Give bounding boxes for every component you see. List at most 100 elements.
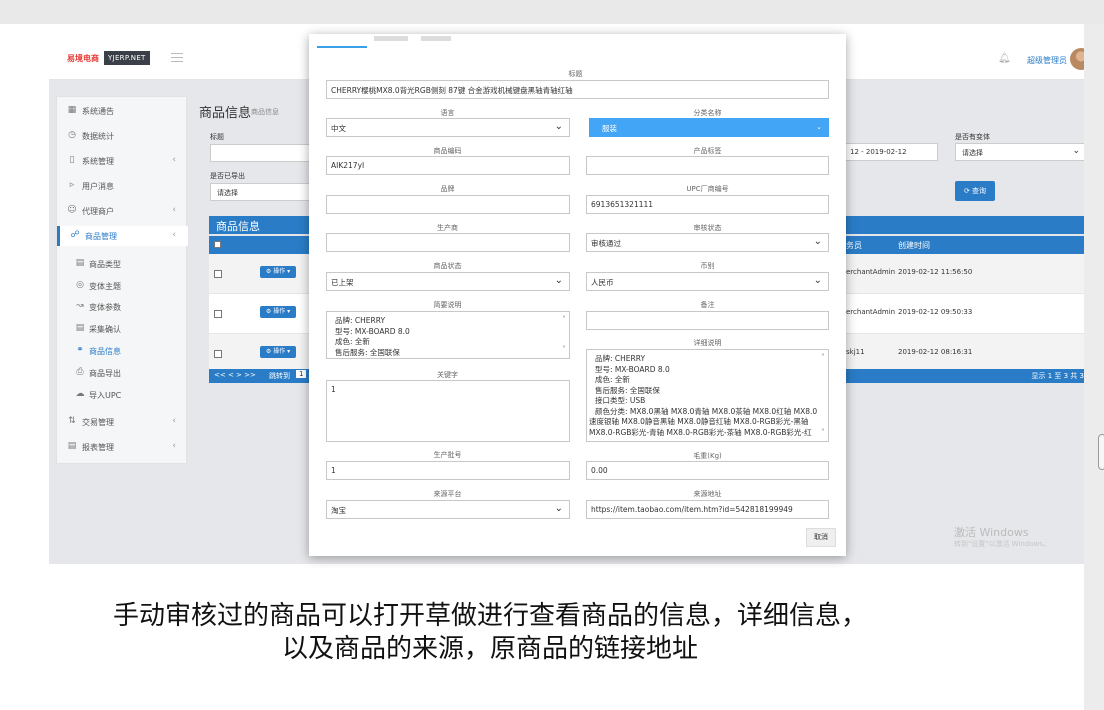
detail-line: MX8.0-RGB彩光-青轴 MX8.0-RGB彩光-茶轴 MX8.0-RGB彩…: [589, 427, 812, 437]
caption-line-2: 以及商品的来源，原商品的链接地址: [281, 634, 698, 664]
sidebar-item-stats[interactable]: ◷ 数据统计: [57, 126, 188, 146]
brief-textarea[interactable]: 品牌: CHERRY 型号: MX-BOARD 8.0 成色: 全新 售后服务:…: [326, 311, 570, 359]
brand-field[interactable]: [326, 195, 570, 214]
platform-value: 淘宝: [331, 506, 346, 515]
sidebar-sub-variant-param[interactable]: ↝ 变体参数: [57, 297, 188, 317]
pager-summary: 显示 1 至 3 共 3: [1031, 372, 1085, 380]
sidebar-item-notice[interactable]: ▦ 系统通告: [57, 101, 188, 121]
sidebar-item-messages[interactable]: ▹ 用户消息: [57, 176, 188, 196]
select-all-checkbox[interactable]: [214, 241, 221, 248]
menu-toggle-icon[interactable]: [171, 53, 183, 62]
remark-field[interactable]: [586, 311, 829, 330]
cloud-icon: ☁: [75, 389, 85, 399]
sidebar-sub-variant-theme[interactable]: ◎ 变体主题: [57, 276, 188, 296]
upc-field[interactable]: 6913651321111: [586, 195, 829, 214]
filter-date-range[interactable]: 12 - 2019-02-12: [843, 143, 938, 161]
sidebar-item-reports[interactable]: ▤ 报表管理 ‹: [57, 437, 188, 457]
scroll-handle[interactable]: [1098, 434, 1104, 470]
row-checkbox[interactable]: [214, 310, 222, 318]
status-value: 已上架: [331, 278, 354, 287]
maker-label: 生产商: [437, 224, 458, 232]
row-action-button[interactable]: ⚙ 操作 ▾: [260, 306, 296, 318]
admin-name[interactable]: 超级管理员: [1027, 55, 1067, 66]
avatar[interactable]: [1070, 48, 1084, 70]
weight-field[interactable]: 0.00: [586, 461, 829, 480]
sidebar-item-label: 采集确认: [89, 325, 121, 334]
bar-chart-icon: ▤: [67, 441, 77, 451]
platform-select[interactable]: 淘宝 ⌄: [326, 500, 570, 519]
brand-name: 易境电商: [67, 54, 99, 63]
printer-icon: ⎙: [76, 367, 84, 377]
bell-icon[interactable]: 🔔︎: [998, 53, 1011, 64]
book-icon: ▦: [67, 105, 77, 115]
filter-title-label: 标题: [210, 133, 224, 141]
table-title: 商品信息: [216, 220, 260, 233]
row-staff: erchantAdmin: [846, 268, 896, 276]
currency-label: 币别: [700, 262, 715, 270]
sidebar-item-trade[interactable]: ⇅ 交易管理 ‹: [57, 412, 188, 432]
remark-label: 备注: [700, 301, 715, 309]
filter-exported-value: 请选择: [217, 189, 238, 197]
weight-value: 0.00: [591, 466, 608, 475]
detail-textarea[interactable]: 品牌: CHERRY 型号: MX-BOARD 8.0 成色: 全新 售后服务:…: [586, 349, 829, 442]
filter-exported-select[interactable]: 请选择: [210, 183, 310, 201]
maker-field[interactable]: [326, 233, 570, 252]
pager-page-select[interactable]: 1: [296, 370, 307, 378]
audit-select[interactable]: 审核通过 ⌄: [586, 233, 829, 252]
sidebar-sub-product-info[interactable]: ⚭ 商品信息: [57, 341, 188, 361]
cancel-button[interactable]: 取消: [806, 528, 836, 547]
sidebar-sub-collect-confirm[interactable]: ▤ 采集确认: [57, 319, 188, 339]
speaker-icon: ▹: [69, 180, 75, 190]
status-select[interactable]: 已上架 ⌄: [326, 272, 570, 291]
title-field[interactable]: CHERRY樱桃MX8.0背光RGB侧刻 87键 合金游戏机械键盘黑轴青轴红轴: [326, 80, 829, 99]
chevron-left-icon: ‹: [172, 416, 176, 426]
sidebar-item-system[interactable]: ▯ 系统管理 ‹: [57, 151, 188, 171]
title-value: CHERRY樱桃MX8.0背光RGB侧刻 87键 合金游戏机械键盘黑轴青轴红轴: [331, 86, 573, 95]
row-checkbox[interactable]: [214, 350, 222, 358]
tab-3[interactable]: [421, 36, 451, 41]
source-field[interactable]: https://item.taobao.com/item.htm?id=5428…: [586, 500, 829, 519]
sidebar-sub-product-type[interactable]: ▤ 商品类型: [57, 254, 188, 274]
scroll-down-icon[interactable]: ˅: [821, 428, 825, 439]
sidebar: ▦ 系统通告 ◷ 数据统计 ▯ 系统管理 ‹ ▹ 用户消息 ☺ 代理商户 ‹ ☍…: [56, 96, 188, 464]
row-action-button[interactable]: ⚙ 操作 ▾: [260, 266, 296, 278]
keywords-value: 1: [331, 385, 336, 394]
sidebar-item-agents[interactable]: ☺ 代理商户 ‹: [57, 201, 188, 221]
pager-arrows[interactable]: << < > >>: [214, 371, 256, 379]
tab-2[interactable]: [374, 36, 408, 41]
gear-icon: ⚙: [265, 348, 272, 355]
brief-line: 品牌: CHERRY: [335, 316, 386, 325]
col-header-created: 创建时间: [898, 241, 930, 250]
caption-line-1: 手动审核过的商品可以打开草做进行查看商品的信息，详细信息，: [112, 601, 867, 631]
chevron-left-icon: ‹: [172, 155, 176, 165]
sidebar-item-products[interactable]: ☍ 商品管理 ‹: [57, 226, 188, 246]
sidebar-item-label: 商品类型: [89, 260, 121, 269]
top-strip: [0, 0, 1104, 24]
sidebar-item-label: 商品导出: [89, 369, 121, 378]
col-header-staff: 务员: [846, 241, 862, 250]
currency-select[interactable]: 人民币 ⌄: [586, 272, 829, 291]
modal-tabs: [309, 34, 846, 48]
scroll-up-icon[interactable]: ˄: [821, 353, 825, 364]
row-checkbox[interactable]: [214, 270, 222, 278]
tab-active[interactable]: [317, 34, 367, 48]
category-select[interactable]: 服装 ⌄: [589, 118, 829, 137]
filter-variant-select[interactable]: 请选择 ⌄: [955, 143, 1084, 161]
brief-line: 成色: 全新: [335, 337, 370, 346]
batch-field[interactable]: 1: [326, 461, 570, 480]
code-field[interactable]: AIK217yI: [326, 156, 570, 175]
sidebar-sub-product-export[interactable]: ⎙ 商品导出: [57, 363, 188, 383]
language-label: 语言: [440, 109, 455, 117]
filter-title-input[interactable]: [210, 144, 310, 162]
language-select[interactable]: 中文 ⌄: [326, 118, 570, 137]
tag-field[interactable]: [586, 156, 829, 175]
row-staff: skj11: [846, 348, 865, 356]
brief-line: 型号: MX-BOARD 8.0: [335, 326, 410, 336]
keywords-textarea[interactable]: 1: [326, 380, 570, 442]
brief-label: 简要说明: [433, 301, 462, 309]
sidebar-sub-import-upc[interactable]: ☁ 导入UPC: [57, 385, 188, 405]
search-button[interactable]: ⟳ 查询: [955, 181, 995, 201]
scroll-down-icon[interactable]: ˅: [562, 345, 566, 356]
row-action-button[interactable]: ⚙ 操作 ▾: [260, 346, 296, 358]
scroll-up-icon[interactable]: ˄: [562, 315, 566, 326]
